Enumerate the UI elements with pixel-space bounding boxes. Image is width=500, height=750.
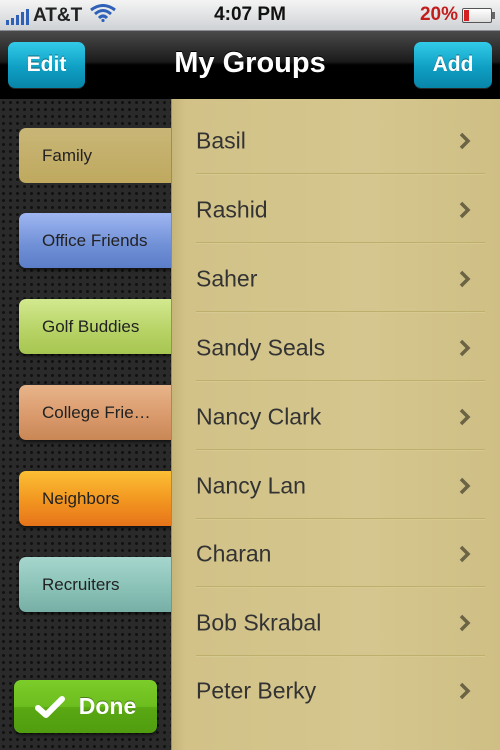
navigation-bar: Edit My Groups Add [0, 31, 500, 99]
member-name: Peter Berky [196, 677, 317, 704]
divider [196, 449, 485, 451]
list-item[interactable]: Basil [172, 107, 500, 175]
group-tab-family[interactable]: Family [19, 128, 179, 183]
group-tab-office-friends[interactable]: Office Friends [19, 213, 172, 268]
member-name: Sandy Seals [196, 334, 326, 361]
chevron-right-icon [459, 614, 471, 632]
member-name: Nancy Lan [196, 472, 306, 499]
group-tab-label: Office Friends [42, 230, 148, 250]
divider [196, 173, 485, 175]
member-name: Basil [196, 127, 246, 154]
divider [196, 586, 485, 588]
list-item[interactable]: Saher [172, 245, 500, 313]
battery-icon [462, 7, 495, 23]
done-button[interactable]: Done [14, 680, 157, 733]
done-label: Done [78, 693, 137, 719]
chevron-right-icon [459, 545, 471, 563]
member-name: Charan [196, 540, 272, 567]
member-list: Basil Rashid Saher Sandy Seals Nancy Cla… [171, 99, 500, 750]
group-tab-label: College Frie… [42, 402, 151, 422]
member-name: Saher [196, 265, 258, 292]
checkmark-icon [34, 695, 65, 719]
chevron-right-icon [459, 339, 471, 357]
group-tab-label: Family [42, 145, 93, 165]
chevron-right-icon [459, 132, 471, 150]
status-bar: AT&T 4:07 PM 20% [0, 0, 500, 31]
chevron-right-icon [459, 682, 471, 700]
add-button[interactable]: Add [414, 42, 492, 88]
chevron-right-icon [459, 201, 471, 219]
group-tab-college-friends[interactable]: College Frie… [19, 385, 172, 440]
battery-level [464, 9, 469, 21]
list-item[interactable]: Sandy Seals [172, 314, 500, 382]
divider [196, 380, 485, 382]
list-item[interactable]: Charan [172, 520, 500, 588]
group-tab-recruiters[interactable]: Recruiters [19, 557, 172, 612]
list-item[interactable]: Rashid [172, 176, 500, 244]
member-name: Rashid [196, 196, 268, 223]
chevron-right-icon [459, 477, 471, 495]
member-name: Bob Skrabal [196, 609, 322, 636]
divider [196, 311, 485, 313]
chevron-right-icon [459, 408, 471, 426]
group-tabs-panel: Family Office Friends Golf Buddies Colle… [0, 99, 179, 750]
group-tab-label: Golf Buddies [42, 316, 140, 336]
group-tab-label: Neighbors [42, 488, 120, 508]
list-item[interactable]: Bob Skrabal [172, 589, 500, 657]
group-tab-label: Recruiters [42, 574, 120, 594]
divider [196, 242, 485, 244]
list-item[interactable]: Nancy Clark [172, 383, 500, 451]
list-item[interactable]: Nancy Lan [172, 452, 500, 520]
list-item[interactable]: Peter Berky [172, 657, 500, 725]
group-tab-neighbors[interactable]: Neighbors [19, 471, 172, 526]
member-name: Nancy Clark [196, 403, 322, 430]
chevron-right-icon [459, 270, 471, 288]
group-tab-golf-buddies[interactable]: Golf Buddies [19, 299, 172, 354]
battery-percent: 20% [419, 4, 458, 25]
